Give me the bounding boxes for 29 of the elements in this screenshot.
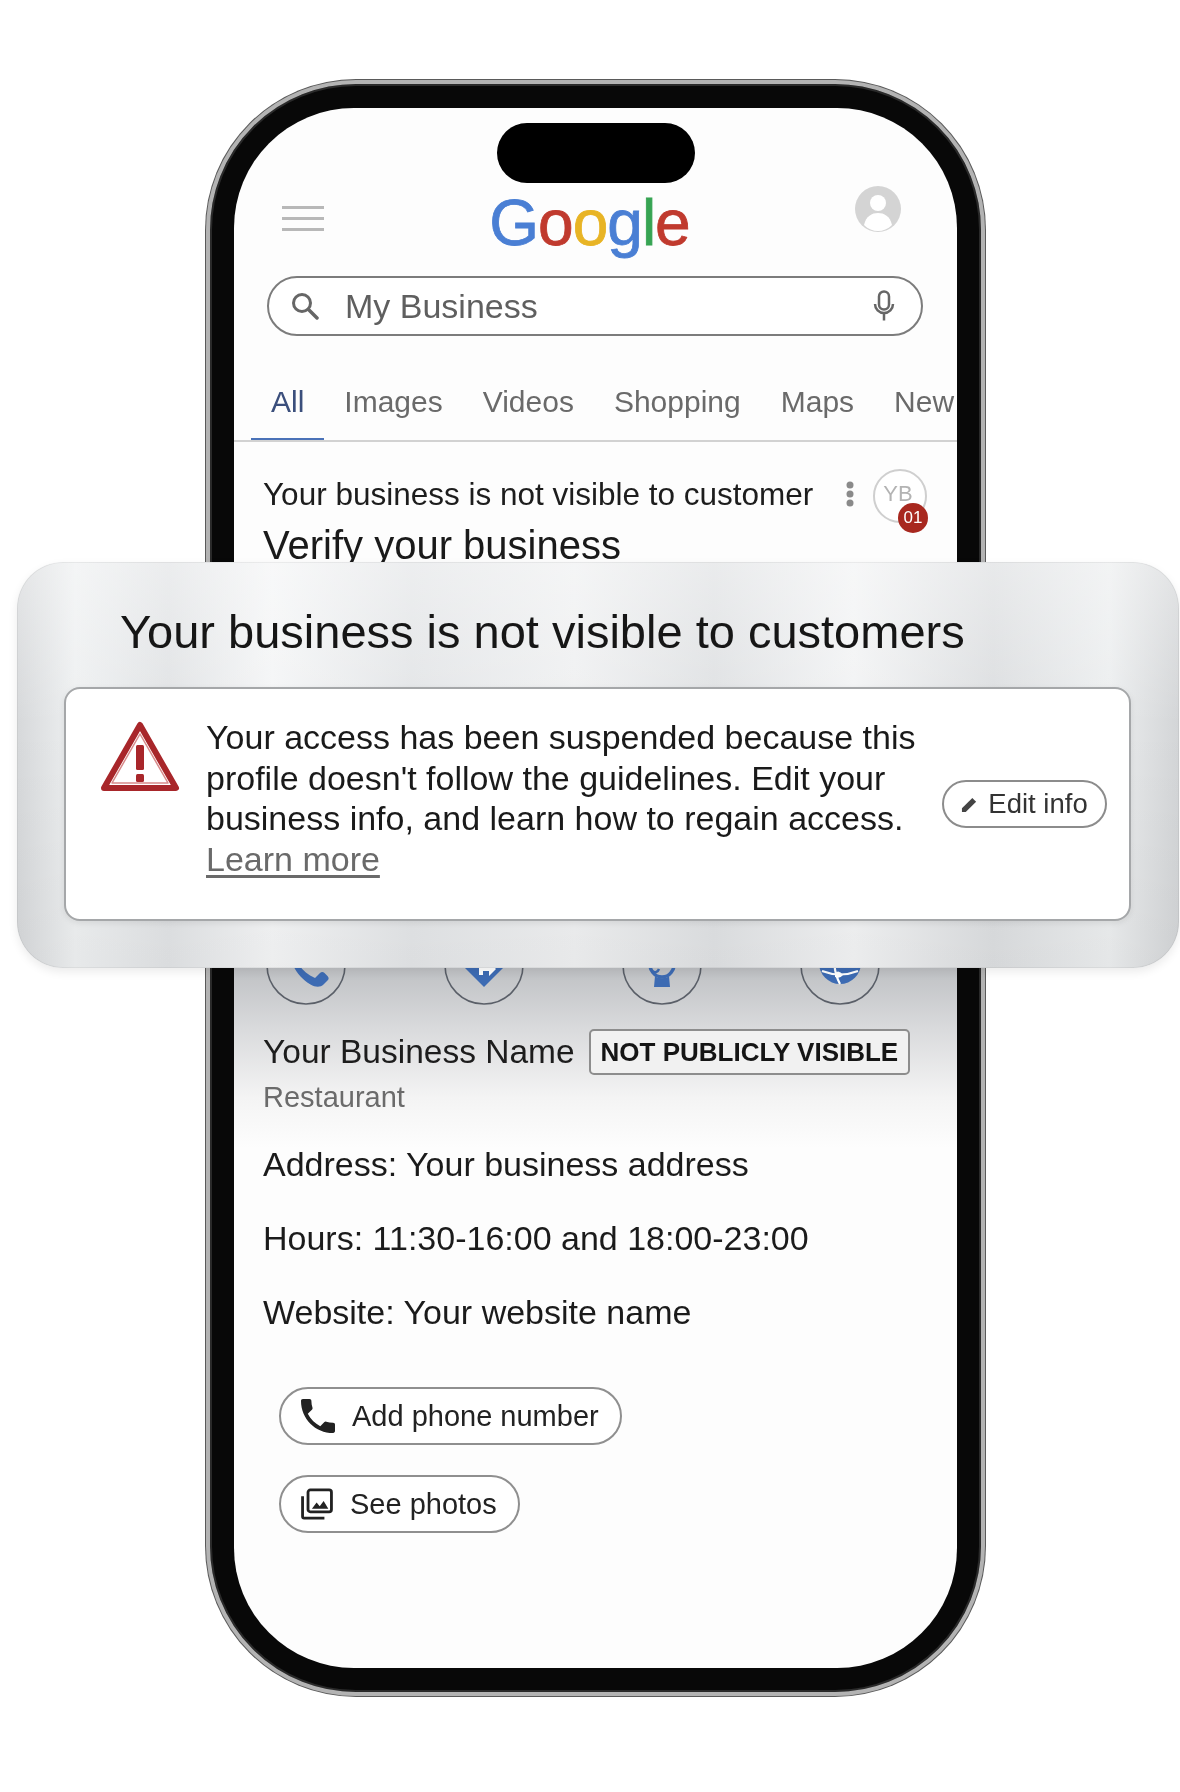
edit-info-button[interactable]: Edit info — [942, 780, 1107, 828]
business-detail: Hours: 11:30-16:00 and 18:00-23:00 — [263, 1218, 809, 1258]
search-tab[interactable]: All — [251, 374, 325, 440]
search-tab[interactable]: Shopping — [593, 374, 761, 440]
more-options-icon[interactable] — [846, 481, 854, 507]
phone-icon — [301, 1399, 335, 1433]
photos-icon — [301, 1488, 333, 1520]
search-tab[interactable]: Videos — [462, 374, 594, 440]
microphone-icon[interactable] — [873, 290, 895, 322]
action-button[interactable]: See photos — [279, 1475, 520, 1533]
business-detail: Website: Your website name — [263, 1292, 692, 1332]
action-button[interactable]: Add phone number — [279, 1387, 622, 1445]
business-category: Restaurant — [263, 1080, 405, 1114]
search-icon — [291, 292, 319, 320]
notification-title: Your business is not visible to customer — [263, 475, 814, 513]
search-tab[interactable]: Images — [324, 374, 463, 440]
visibility-status-badge: NOT PUBLICLY VISIBLE — [588, 1029, 911, 1075]
search-tab[interactable]: New — [874, 374, 957, 440]
learn-more-link[interactable]: Learn more — [206, 839, 380, 878]
notification-badge: 01 — [898, 503, 928, 533]
business-name: Your Business Name — [263, 1033, 575, 1071]
pencil-icon — [961, 795, 979, 813]
search-tab[interactable]: Maps — [760, 374, 875, 440]
warning-icon — [100, 720, 180, 792]
suspension-message: Your access has been suspended because this profile doesn't follow the guidelines. Edit your business info, and learn how to regain access. Learn more — [206, 717, 917, 879]
search-field[interactable]: My Business — [267, 276, 923, 336]
alert-title: Your business is not visible to customers — [120, 604, 965, 660]
notification-subtitle: Verify your business — [263, 522, 621, 568]
business-detail: Address: Your business address — [263, 1144, 749, 1184]
